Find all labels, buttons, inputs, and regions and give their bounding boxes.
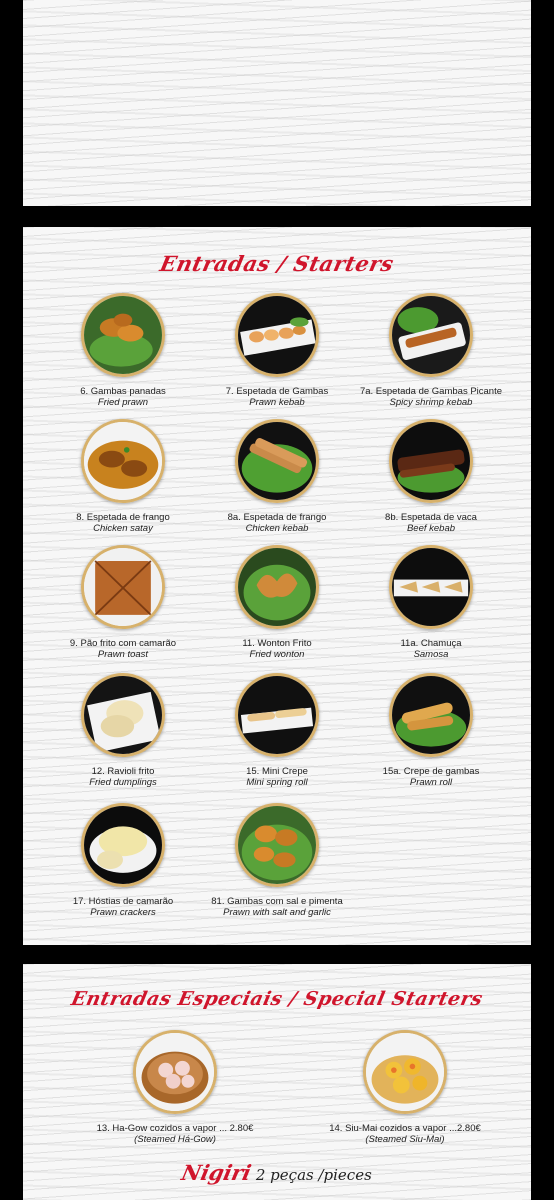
dish-photo: [81, 803, 165, 887]
item-english: Fried wonton: [249, 649, 305, 660]
dish-photo: [389, 545, 473, 629]
item-english: Prawn toast: [97, 649, 149, 660]
item-english: (Steamed Siu-Mai): [365, 1134, 445, 1145]
section-title-special: Entradas Especiais / Special Starters: [69, 988, 485, 1010]
item-name: 11. Wonton Frito: [242, 638, 312, 649]
item-english: Beef kebab: [406, 523, 456, 534]
dish-photo: [389, 293, 473, 377]
menu-page-top: [23, 0, 531, 206]
item-name: 6. Gambas panadas: [80, 386, 166, 397]
item-english: Prawn crackers: [90, 907, 156, 918]
menu-page-starters: Entradas / Starters 6. Gambas panadas Fr…: [23, 227, 531, 945]
item-english: Chicken satay: [93, 523, 153, 534]
dish-photo: [81, 673, 165, 757]
dish-photo: [389, 673, 473, 757]
menu-item: 14. Siu-Mai cozidos a vapor ...2.80€ (St…: [305, 1030, 505, 1145]
menu-item: 11. Wonton Frito Fried wonton: [193, 545, 361, 660]
item-name: 7. Espetada de Gambas: [225, 386, 329, 397]
item-name: 12. Ravioli frito: [91, 766, 155, 777]
item-name: 8. Espetada de frango: [76, 512, 170, 523]
dish-photo: [235, 803, 319, 887]
dish-photo: [133, 1030, 217, 1114]
item-name: 15a. Crepe de gambas: [382, 766, 480, 777]
section-title-starters: Entradas / Starters: [157, 251, 397, 276]
menu-item: 9. Pão frito com camarão Prawn toast: [39, 545, 207, 660]
item-name: 13. Ha-Gow cozidos a vapor ... 2.80€: [96, 1123, 254, 1134]
item-english: Spicy shrimp kebab: [389, 397, 473, 408]
dish-photo: [363, 1030, 447, 1114]
item-english: Prawn with salt and garlic: [223, 907, 331, 918]
menu-item: 12. Ravioli frito Fried dumplings: [39, 673, 207, 788]
dish-photo: [235, 545, 319, 629]
item-name: 8a. Espetada de frango: [227, 512, 327, 523]
dish-photo: [81, 293, 165, 377]
menu-item: 11a. Chamuça Samosa: [347, 545, 515, 660]
menu-item: 6. Gambas panadas Fried prawn: [39, 293, 207, 408]
nigiri-subtitle: 2 peças /pieces: [255, 1166, 372, 1184]
item-name: 9. Pão frito com camarão: [69, 638, 177, 649]
menu-page-special: Entradas Especiais / Special Starters 13…: [23, 964, 531, 1200]
menu-item: 81. Gambas com sal e pimenta Prawn with …: [193, 803, 361, 918]
item-name: 11a. Chamuça: [400, 638, 462, 649]
item-english: Mini spring roll: [246, 777, 308, 788]
item-english: Fried prawn: [97, 397, 149, 408]
item-english: Chicken kebab: [245, 523, 309, 534]
menu-item: 7. Espetada de Gambas Prawn kebab: [193, 293, 361, 408]
item-name: 14. Siu-Mai cozidos a vapor ...2.80€: [329, 1123, 481, 1134]
dish-photo: [81, 419, 165, 503]
dish-photo: [81, 545, 165, 629]
menu-item: 15a. Crepe de gambas Prawn roll: [347, 673, 515, 788]
item-english: Prawn kebab: [249, 397, 305, 408]
menu-item: 7a. Espetada de Gambas Picante Spicy shr…: [347, 293, 515, 408]
item-name: 17. Hóstias de camarão: [72, 896, 174, 907]
menu-item: 8a. Espetada de frango Chicken kebab: [193, 419, 361, 534]
dish-photo: [389, 419, 473, 503]
item-name: 81. Gambas com sal e pimenta: [211, 896, 343, 907]
menu-item: 15. Mini Crepe Mini spring roll: [193, 673, 361, 788]
item-name: 8b. Espetada de vaca: [385, 512, 477, 523]
menu-item: 8. Espetada de frango Chicken satay: [39, 419, 207, 534]
item-english: Prawn roll: [409, 777, 453, 788]
item-english: (Steamed Há-Gow): [134, 1134, 216, 1145]
menu-item: 8b. Espetada de vaca Beef kebab: [347, 419, 515, 534]
item-name: 7a. Espetada de Gambas Picante: [359, 386, 503, 397]
section-title-nigiri: Nigiri 2 peças /pieces: [23, 1160, 531, 1185]
item-english: Fried dumplings: [89, 777, 157, 788]
dish-photo: [235, 673, 319, 757]
item-english: Samosa: [413, 649, 449, 660]
menu-item: 13. Ha-Gow cozidos a vapor ... 2.80€ (St…: [75, 1030, 275, 1145]
nigiri-title: Nigiri: [179, 1160, 254, 1185]
dish-photo: [235, 293, 319, 377]
menu-item: 17. Hóstias de camarão Prawn crackers: [39, 803, 207, 918]
item-name: 15. Mini Crepe: [246, 766, 308, 777]
dish-photo: [235, 419, 319, 503]
